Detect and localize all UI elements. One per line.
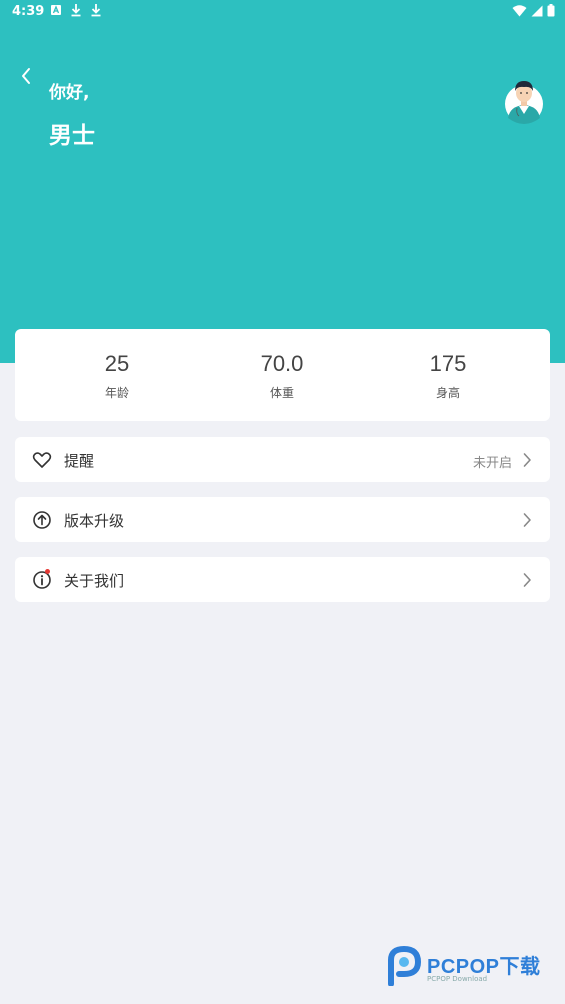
heart-icon: [32, 450, 52, 470]
menu-item-reminder[interactable]: 提醒 未开启: [15, 437, 550, 482]
upgrade-icon: [32, 510, 52, 530]
watermark-subtitle: PCPOP Download: [427, 975, 488, 983]
menu-item-reminder-status: 未开启: [472, 456, 512, 471]
watermark: PCPOP下载 PCPOP Download: [385, 944, 560, 988]
stat-weight-value: 70.0: [260, 351, 304, 376]
header-background: [0, 0, 565, 363]
greeting-text: 你好,: [49, 83, 90, 103]
notification-badge-dot: [45, 569, 50, 574]
stat-height: 175 身高: [388, 351, 508, 401]
notification-a-icon: [50, 3, 62, 21]
back-button[interactable]: [12, 64, 40, 92]
user-name: 男士: [49, 123, 95, 149]
stat-height-label: 身高: [435, 386, 460, 400]
stat-age-label: 年龄: [104, 386, 129, 400]
stat-age: 25 年龄: [57, 351, 177, 401]
pcpop-logo-icon: [385, 945, 423, 990]
menu-item-reminder-label: 提醒: [64, 452, 95, 470]
signal-icon: [531, 5, 543, 21]
stats-card: 25 年龄 70.0 体重 175 身高: [15, 329, 550, 421]
menu-item-upgrade[interactable]: 版本升级: [15, 497, 550, 542]
stat-weight-label: 体重: [269, 386, 294, 400]
chevron-right-icon: [522, 572, 532, 588]
chevron-left-icon: [20, 67, 32, 89]
chevron-right-icon: [522, 452, 532, 468]
chevron-right-icon: [522, 512, 532, 528]
stat-height-value: 175: [429, 351, 467, 376]
download-icon: [90, 3, 102, 21]
stat-age-value: 25: [104, 351, 130, 376]
battery-icon: [547, 4, 555, 21]
download-icon: [70, 3, 82, 21]
wifi-icon: [512, 4, 527, 21]
avatar[interactable]: [504, 76, 544, 124]
status-time: 4:39: [12, 4, 45, 19]
stat-weight: 70.0 体重: [222, 351, 342, 401]
menu-item-about[interactable]: 关于我们: [15, 557, 550, 602]
menu-item-upgrade-label: 版本升级: [64, 512, 125, 530]
menu-item-about-label: 关于我们: [64, 572, 125, 590]
status-bar: 4:39: [0, 0, 565, 24]
